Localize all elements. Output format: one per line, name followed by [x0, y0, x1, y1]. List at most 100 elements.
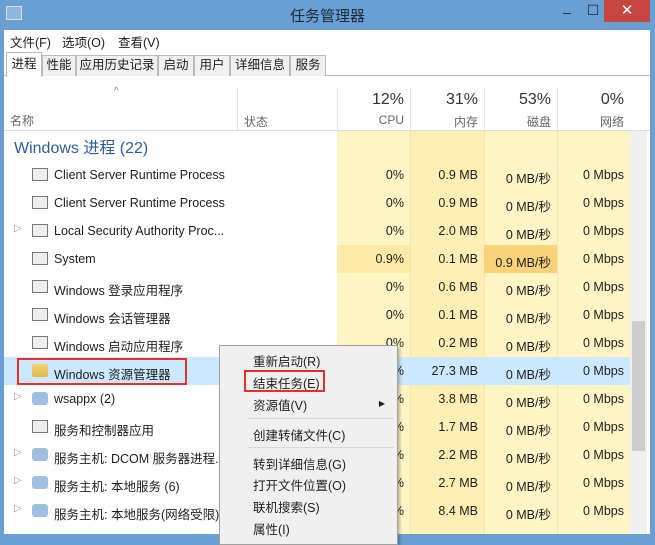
- memory-total: 31%: [445, 91, 478, 108]
- column-status[interactable]: 状态: [237, 88, 337, 131]
- context-menu-item[interactable]: 打开文件位置(O): [253, 475, 346, 494]
- disk-total: 53%: [518, 91, 551, 108]
- window-icon: [32, 196, 48, 209]
- cpu-value: 0%: [385, 308, 404, 322]
- column-header: ^ 名称 状态 12% CPU 31% 内存 53% 磁盘 0% 网络: [4, 78, 650, 131]
- process-name: 服务主机: 本地服务(网络受限): [54, 508, 220, 522]
- network-value: 0 Mbps: [583, 196, 624, 210]
- tab-details[interactable]: 详细信息: [230, 55, 290, 76]
- window-icon: [32, 280, 48, 293]
- expand-arrow-icon[interactable]: ▷: [14, 503, 22, 514]
- process-row[interactable]: Client Server Runtime Process 0% 0.9 MB 0 M…: [4, 189, 630, 217]
- gear-icon: [32, 392, 48, 405]
- network-value: 0 Mbps: [583, 420, 624, 434]
- cpu-value: 0%: [385, 168, 404, 182]
- title-bar: 任务管理器 – ☐ ✕: [0, 0, 655, 30]
- process-row[interactable]: Client Server Runtime Process 0% 0.9 MB 0 M…: [4, 161, 630, 189]
- context-menu-item[interactable]: 资源值(V): [253, 395, 307, 414]
- tab-services[interactable]: 服务: [290, 55, 326, 76]
- tab-processes[interactable]: 进程: [6, 52, 42, 77]
- cpu-value: 0%: [385, 280, 404, 294]
- disk-value: 0 MB/秒: [505, 340, 551, 354]
- process-row[interactable]: System 0.9% 0.1 MB 0.9 MB/秒 0 Mbps: [4, 245, 630, 273]
- context-menu-item[interactable]: 转到详细信息(G): [253, 454, 346, 473]
- memory-value: 0.9 MB: [438, 168, 478, 182]
- minimize-button[interactable]: –: [554, 4, 580, 26]
- group-header[interactable]: Windows 进程 (22): [14, 134, 148, 158]
- context-menu-item[interactable]: 联机搜索(S): [253, 497, 320, 516]
- memory-value: 0.2 MB: [438, 336, 478, 350]
- cpu-value: 0%: [385, 196, 404, 210]
- menu-separator: [248, 418, 394, 419]
- tab-app-history[interactable]: 应用历史记录: [76, 55, 158, 76]
- context-menu-item[interactable]: 创建转储文件(C): [253, 425, 345, 444]
- network-value: 0 Mbps: [583, 504, 624, 518]
- context-menu-item[interactable]: 重新启动(R): [253, 351, 320, 370]
- memory-value: 3.8 MB: [438, 392, 478, 406]
- network-value: 0 Mbps: [583, 224, 624, 238]
- sort-ascending-icon: ^: [114, 86, 119, 97]
- process-row[interactable]: Windows 登录应用程序 0% 0.6 MB 0 MB/秒 0 Mbps: [4, 273, 630, 301]
- menu-file[interactable]: 文件(F): [10, 32, 51, 51]
- tab-performance[interactable]: 性能: [42, 55, 76, 76]
- menu-bar: 文件(F) 选项(O) 查看(V): [4, 30, 650, 50]
- column-network[interactable]: 0% 网络: [557, 88, 630, 131]
- process-name: Client Server Runtime Process: [54, 196, 225, 210]
- memory-value: 2.2 MB: [438, 448, 478, 462]
- cpu-value: 0.9%: [337, 245, 410, 273]
- disk-value: 0 MB/秒: [505, 424, 551, 438]
- context-menu-item[interactable]: 属性(I): [253, 519, 290, 538]
- column-memory[interactable]: 31% 内存: [410, 88, 484, 131]
- process-name: Local Security Authority Proc...: [54, 224, 225, 238]
- highlight-box-end-task: [244, 370, 325, 392]
- scrollbar-thumb[interactable]: [632, 321, 645, 451]
- network-value: 0 Mbps: [583, 280, 624, 294]
- window-icon: [32, 336, 48, 349]
- network-value: 0 Mbps: [583, 476, 624, 490]
- process-name: System: [54, 252, 96, 266]
- column-name[interactable]: 名称: [10, 112, 34, 129]
- process-name: Windows 会话管理器: [54, 312, 171, 326]
- disk-value: 0 MB/秒: [505, 480, 551, 494]
- disk-value: 0 MB/秒: [505, 396, 551, 410]
- process-name: wsappx (2): [54, 392, 116, 406]
- expand-arrow-icon[interactable]: ▷: [14, 475, 22, 486]
- disk-value: 0 MB/秒: [505, 508, 551, 522]
- network-value: 0 Mbps: [583, 168, 624, 182]
- process-name: Windows 启动应用程序: [54, 340, 184, 354]
- expand-arrow-icon[interactable]: ▷: [14, 391, 22, 402]
- memory-value: 0.1 MB: [438, 308, 478, 322]
- process-name: 服务和控制器应用: [54, 424, 155, 438]
- memory-value: 2.0 MB: [438, 224, 478, 238]
- memory-value: 0.9 MB: [438, 196, 478, 210]
- menu-view[interactable]: 查看(V): [118, 32, 160, 51]
- disk-value: 0.9 MB/秒: [484, 245, 557, 273]
- tab-users[interactable]: 用户: [194, 55, 230, 76]
- disk-value: 0 MB/秒: [505, 200, 551, 214]
- expand-arrow-icon[interactable]: ▷: [14, 223, 22, 234]
- cpu-total: 12%: [371, 91, 404, 108]
- submenu-arrow-icon: ▶: [378, 399, 385, 408]
- window-icon: [32, 252, 48, 265]
- process-name: Client Server Runtime Process: [54, 168, 225, 182]
- network-value: 0 Mbps: [583, 336, 624, 350]
- vertical-scrollbar[interactable]: [630, 131, 647, 534]
- tab-startup[interactable]: 启动: [158, 55, 194, 76]
- column-cpu[interactable]: 12% CPU: [337, 88, 410, 131]
- menu-options[interactable]: 选项(O): [62, 32, 105, 51]
- network-value: 0 Mbps: [583, 448, 624, 462]
- network-label: 网络: [599, 115, 624, 129]
- window-icon: [32, 420, 48, 433]
- expand-arrow-icon[interactable]: ▷: [14, 447, 22, 458]
- network-value: 0 Mbps: [583, 392, 624, 406]
- disk-value: 0 MB/秒: [505, 228, 551, 242]
- memory-value: 1.7 MB: [438, 420, 478, 434]
- close-button[interactable]: ✕: [604, 0, 650, 22]
- disk-value: 0 MB/秒: [505, 368, 551, 382]
- disk-value: 0 MB/秒: [505, 452, 551, 466]
- maximize-button[interactable]: ☐: [580, 2, 606, 24]
- process-row[interactable]: Windows 会话管理器 0% 0.1 MB 0 MB/秒 0 Mbps: [4, 301, 630, 329]
- column-disk[interactable]: 53% 磁盘: [484, 88, 557, 131]
- disk-value: 0 MB/秒: [505, 312, 551, 326]
- process-row[interactable]: ▷ Local Security Authority Proc... 0% 2.0 M…: [4, 217, 630, 245]
